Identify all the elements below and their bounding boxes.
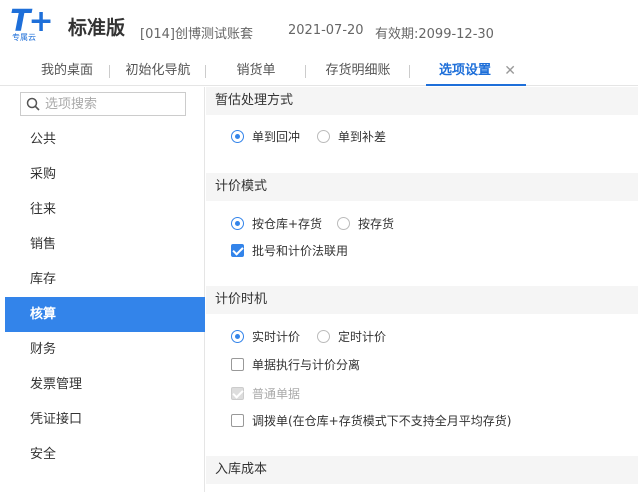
logo-subtitle: 专属云 (12, 33, 36, 42)
tab-option-settings[interactable]: 选项设置 ✕ (426, 58, 526, 86)
checkbox-batch-valuation[interactable]: 批号和计价法联用 (231, 242, 348, 260)
sidebar-item-purchase[interactable]: 采购 (5, 157, 205, 192)
tab-label: 初始化导航 (125, 63, 191, 78)
search-input[interactable] (45, 94, 181, 114)
tab-inventory-ledger[interactable]: 存货明细账 (306, 58, 410, 86)
sidebar-item-security[interactable]: 安全 (5, 437, 205, 472)
checkbox-transfer-order[interactable]: 调拨单(在仓库+存货模式下不支持全月平均存货) (231, 412, 511, 430)
checkbox-unchecked-icon (231, 414, 244, 427)
logo: T+ 专属云 (10, 4, 66, 42)
tab-bar: 我的桌面 初始化导航 销货单 存货明细账 选项设置 ✕ (0, 58, 638, 86)
tab-label: 我的桌面 (40, 63, 93, 78)
sidebar-item-costing[interactable]: 核算 (5, 297, 205, 332)
checkbox-separate-execution[interactable]: 单据执行与计价分离 (231, 356, 360, 374)
section-title: 计价模式 (206, 173, 638, 201)
section-title: 入库成本 (206, 456, 638, 484)
date-label: 2021-07-20 (288, 23, 364, 38)
option-label: 单到补差 (338, 130, 387, 144)
option-label: 定时计价 (338, 330, 387, 344)
search-box[interactable] (20, 92, 186, 116)
tab-label: 选项设置 (438, 63, 491, 78)
option-label: 单据执行与计价分离 (252, 358, 361, 372)
radio-backflush[interactable]: 单到回冲 (231, 128, 300, 146)
radio-by-item[interactable]: 按存货 (337, 215, 394, 233)
sidebar: 公共 采购 往来 销售 库存 核算 财务 发票管理 凭证接口 安全 (5, 87, 205, 492)
option-label: 按存货 (358, 217, 395, 231)
edition-label: 标准版 (68, 17, 126, 39)
radio-checked-icon (231, 130, 244, 143)
tab-label: 存货明细账 (325, 63, 391, 78)
radio-checked-icon (231, 330, 244, 343)
tab-label: 销货单 (236, 63, 276, 78)
option-label: 普通单据 (252, 387, 301, 401)
checkbox-normal-documents: 普通单据 (231, 385, 300, 403)
checkbox-checked-icon (231, 244, 244, 257)
option-label: 单到回冲 (252, 130, 301, 144)
sidebar-item-invoice[interactable]: 发票管理 (5, 367, 205, 402)
radio-unchecked-icon (337, 217, 350, 230)
radio-by-warehouse-item[interactable]: 按仓库+存货 (231, 215, 322, 233)
sidebar-item-accounts[interactable]: 往来 (5, 192, 205, 227)
sidebar-item-voucher[interactable]: 凭证接口 (5, 402, 205, 437)
account-label[interactable]: [014]创博测试账套 (140, 23, 253, 42)
radio-checked-icon (231, 217, 244, 230)
option-label: 按仓库+存货 (252, 217, 323, 231)
section-title: 计价时机 (206, 286, 638, 314)
tab-init-nav[interactable]: 初始化导航 (110, 58, 206, 86)
close-icon[interactable]: ✕ (504, 58, 516, 84)
option-label: 调拨单(在仓库+存货模式下不支持全月平均存货) (252, 414, 512, 428)
tab-sales-order[interactable]: 销货单 (206, 58, 306, 86)
search-icon (26, 97, 40, 111)
radio-unchecked-icon (317, 330, 330, 343)
section-title: 暂估处理方式 (206, 87, 638, 115)
sidebar-item-common[interactable]: 公共 (5, 122, 205, 157)
checkbox-disabled-icon (231, 387, 244, 400)
sidebar-item-sales[interactable]: 销售 (5, 227, 205, 262)
settings-panel: 暂估处理方式 单到回冲 单到补差 计价模式 按仓库+存货 按存货 批号和计价法联… (206, 87, 638, 492)
option-label: 批号和计价法联用 (252, 244, 349, 258)
option-label: 实时计价 (252, 330, 301, 344)
checkbox-unchecked-icon (231, 358, 244, 371)
sidebar-item-finance[interactable]: 财务 (5, 332, 205, 367)
radio-unchecked-icon (317, 130, 330, 143)
app-header: T+ 专属云 标准版 [014]创博测试账套 2021-07-20 有效期:20… (0, 0, 638, 58)
radio-realtime[interactable]: 实时计价 (231, 328, 300, 346)
radio-scheduled[interactable]: 定时计价 (317, 328, 386, 346)
sidebar-item-stock[interactable]: 库存 (5, 262, 205, 297)
tab-my-desktop[interactable]: 我的桌面 (24, 58, 110, 86)
expire-label: 有效期:2099-12-30 (375, 27, 494, 42)
radio-difference[interactable]: 单到补差 (317, 128, 386, 146)
